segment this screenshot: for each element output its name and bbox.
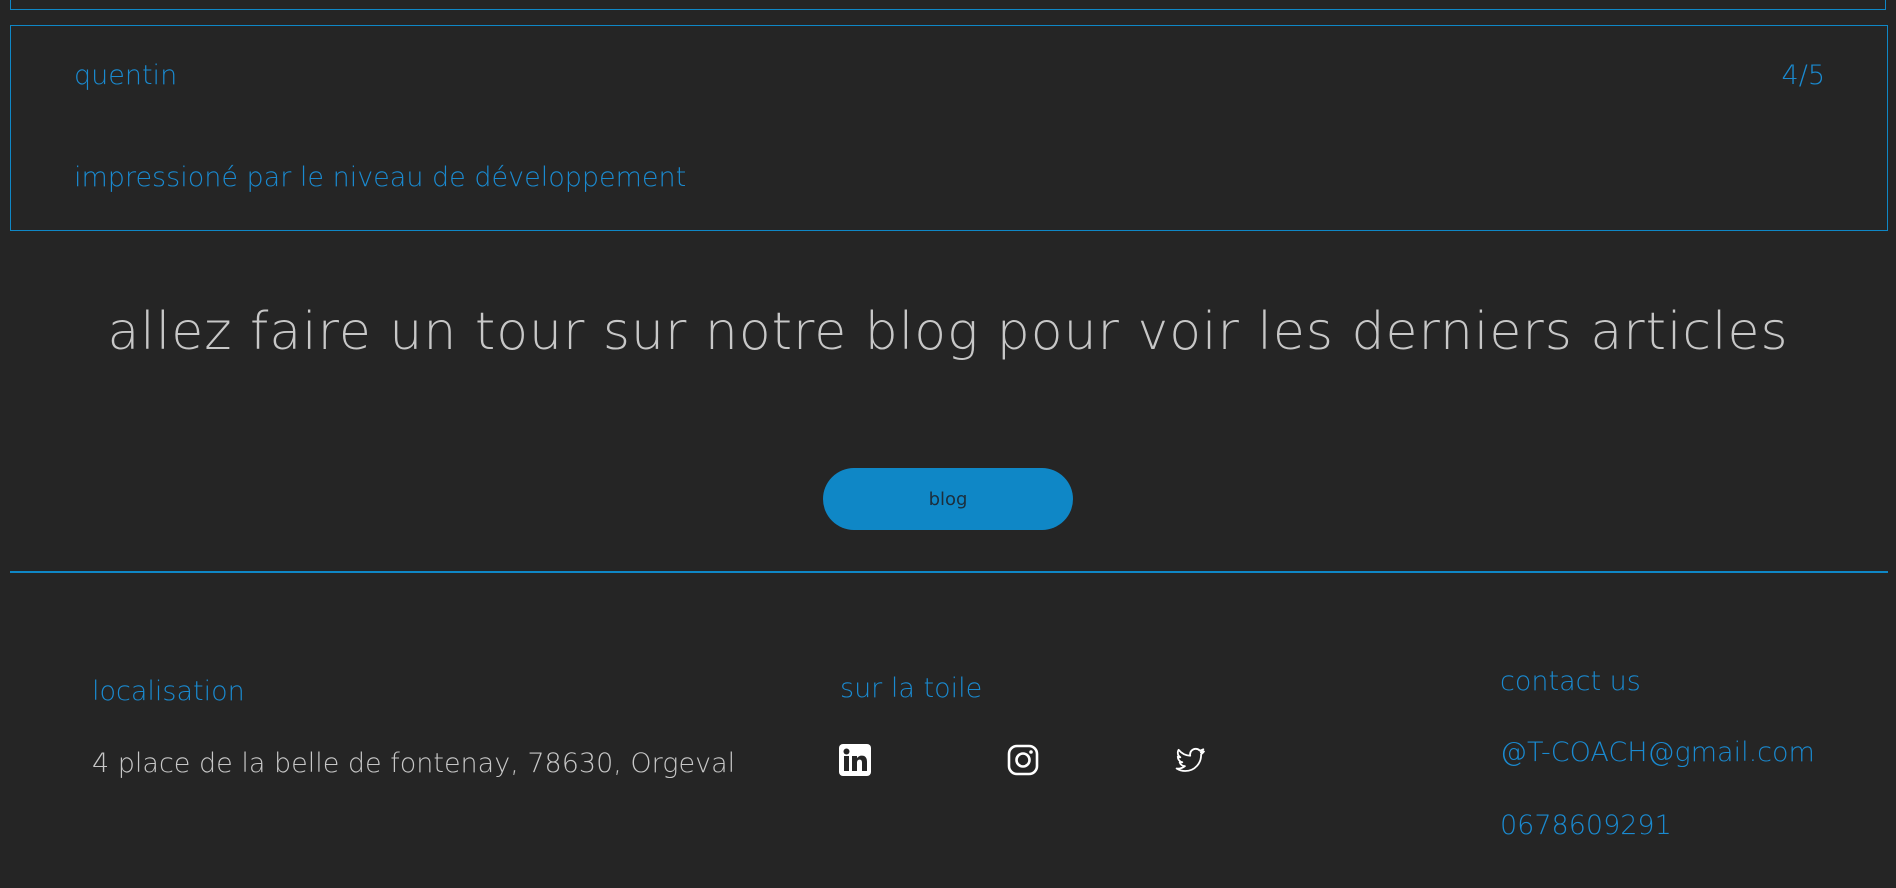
contact-title: contact us xyxy=(1500,666,1641,697)
blog-promo-heading: allez faire un tour sur notre blog pour … xyxy=(107,302,1789,362)
location-address: 4 place de la belle de fontenay, 78630, … xyxy=(92,748,736,779)
contact-phone-link[interactable]: 0678609291 xyxy=(1500,810,1672,841)
twitter-icon[interactable] xyxy=(1175,744,1207,776)
review-card: quentin 4/5 impressioné par le niveau de… xyxy=(10,25,1888,231)
page: quentin 4/5 impressioné par le niveau de… xyxy=(0,0,1896,888)
previous-review-card xyxy=(10,0,1886,10)
linkedin-icon[interactable] xyxy=(839,744,871,776)
blog-button[interactable]: blog xyxy=(823,468,1073,530)
review-author: quentin xyxy=(74,60,178,91)
location-title: localisation xyxy=(92,676,245,707)
review-comment: impressioné par le niveau de développeme… xyxy=(74,162,687,193)
footer-divider xyxy=(10,571,1888,573)
contact-email-link[interactable]: @T-COACH@gmail.com xyxy=(1500,737,1815,768)
instagram-icon[interactable] xyxy=(1007,744,1039,776)
social-title: sur la toile xyxy=(840,673,983,704)
review-rating: 4/5 xyxy=(1781,60,1825,91)
